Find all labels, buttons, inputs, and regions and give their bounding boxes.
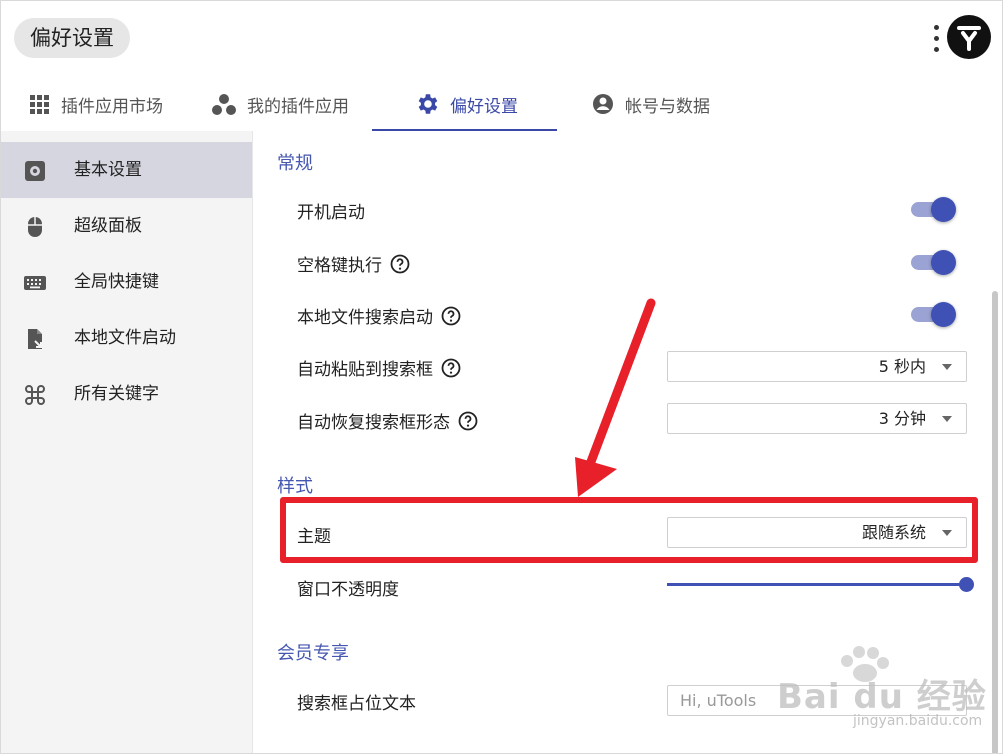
placeholder-text-text: 搜索框占位文本: [297, 694, 416, 714]
preferences-window: 偏好设置 插件应用市场 我的插件应用 偏好设置 帐号与数据 基本设置 超级面板 …: [0, 0, 1003, 754]
help-icon[interactable]: [390, 254, 410, 274]
tab-account-data[interactable]: 帐号与数据: [587, 77, 714, 131]
auto-restore-value: 3 分钟: [878, 409, 926, 428]
section-title-general: 常规: [277, 153, 313, 174]
scrollbar[interactable]: [992, 291, 998, 753]
sidebar-item-basic-settings[interactable]: 基本设置: [1, 142, 252, 198]
account-icon: [593, 94, 613, 114]
chevron-down-icon: [942, 530, 952, 536]
slider-thumb[interactable]: [959, 577, 974, 592]
mouse-icon: [28, 217, 42, 237]
cluster-icon: [212, 94, 236, 115]
theme-select[interactable]: 跟随系统: [667, 517, 967, 548]
auto-restore-text: 自动恢复搜索框形态: [297, 413, 450, 433]
tab-label: 偏好设置: [450, 96, 518, 117]
settings-panel: 常规 开机启动 空格键执行 本地文件搜索启动 自动粘贴到搜索框 5 秒内 自动恢…: [253, 131, 1002, 753]
theme-value: 跟随系统: [861, 523, 926, 542]
theme-label: 主题: [297, 522, 331, 547]
help-icon[interactable]: [458, 411, 478, 431]
opacity-text: 窗口不透明度: [297, 580, 399, 600]
tab-my-plugins[interactable]: 我的插件应用: [207, 77, 353, 131]
sidebar-item-label: 基本设置: [74, 160, 142, 180]
sidebar-item-global-hotkeys[interactable]: 全局快捷键: [1, 254, 252, 310]
local-file-search-toggle[interactable]: [909, 301, 957, 327]
sidebar-item-label: 全局快捷键: [74, 272, 159, 292]
space-exec-toggle[interactable]: [909, 249, 957, 275]
auto-restore-label: 自动恢复搜索框形态: [297, 408, 478, 433]
help-icon[interactable]: [441, 306, 461, 326]
utools-logo-icon[interactable]: [947, 15, 991, 59]
boot-start-text: 开机启动: [297, 203, 365, 223]
opacity-slider[interactable]: [667, 574, 974, 594]
section-title-style: 样式: [277, 476, 313, 497]
placeholder-text-input[interactable]: [667, 685, 967, 716]
gear-icon: [418, 94, 438, 114]
auto-paste-text: 自动粘贴到搜索框: [297, 360, 433, 380]
tab-plugin-market[interactable]: 插件应用市场: [23, 77, 167, 131]
slider-rail: [667, 583, 967, 586]
tab-label: 插件应用市场: [61, 96, 163, 117]
keyboard-icon: [24, 276, 46, 290]
local-file-search-text: 本地文件搜索启动: [297, 308, 433, 328]
chevron-down-icon: [942, 416, 952, 422]
sidebar: 基本设置 超级面板 全局快捷键 本地文件启动 所有关键字: [1, 131, 253, 753]
sidebar-item-label: 超级面板: [74, 216, 142, 236]
boot-start-toggle[interactable]: [909, 196, 957, 222]
auto-paste-select[interactable]: 5 秒内: [667, 351, 967, 382]
sidebar-item-all-keywords[interactable]: 所有关键字: [1, 366, 252, 422]
theme-text: 主题: [297, 527, 331, 547]
auto-paste-label: 自动粘贴到搜索框: [297, 355, 461, 380]
auto-paste-value: 5 秒内: [878, 357, 926, 376]
section-title-member: 会员专享: [277, 643, 349, 664]
sidebar-item-local-file-launch[interactable]: 本地文件启动: [1, 310, 252, 366]
sidebar-item-label: 本地文件启动: [74, 328, 176, 348]
tab-label: 我的插件应用: [247, 96, 349, 117]
tab-preferences[interactable]: 偏好设置: [410, 77, 522, 131]
settings-box-icon: [25, 161, 45, 181]
space-exec-label: 空格键执行: [297, 251, 410, 276]
placeholder-text-label: 搜索框占位文本: [297, 689, 416, 714]
tab-bar: 插件应用市场 我的插件应用 偏好设置 帐号与数据: [1, 77, 1002, 131]
sidebar-item-label: 所有关键字: [74, 384, 159, 404]
auto-restore-select[interactable]: 3 分钟: [667, 403, 967, 434]
window-title: 偏好设置: [14, 18, 130, 58]
space-exec-text: 空格键执行: [297, 256, 382, 276]
file-launch-icon: [28, 329, 42, 349]
sidebar-item-super-panel[interactable]: 超级面板: [1, 198, 252, 254]
chevron-down-icon: [942, 364, 952, 370]
local-file-search-label: 本地文件搜索启动: [297, 303, 461, 328]
boot-start-label: 开机启动: [297, 198, 365, 223]
more-menu-icon[interactable]: [930, 23, 942, 55]
help-icon[interactable]: [441, 358, 461, 378]
header: 偏好设置 插件应用市场 我的插件应用 偏好设置 帐号与数据: [1, 1, 1002, 131]
opacity-label: 窗口不透明度: [297, 575, 399, 600]
tab-label: 帐号与数据: [625, 96, 710, 117]
grid-icon: [30, 95, 49, 114]
command-icon: [25, 385, 45, 405]
